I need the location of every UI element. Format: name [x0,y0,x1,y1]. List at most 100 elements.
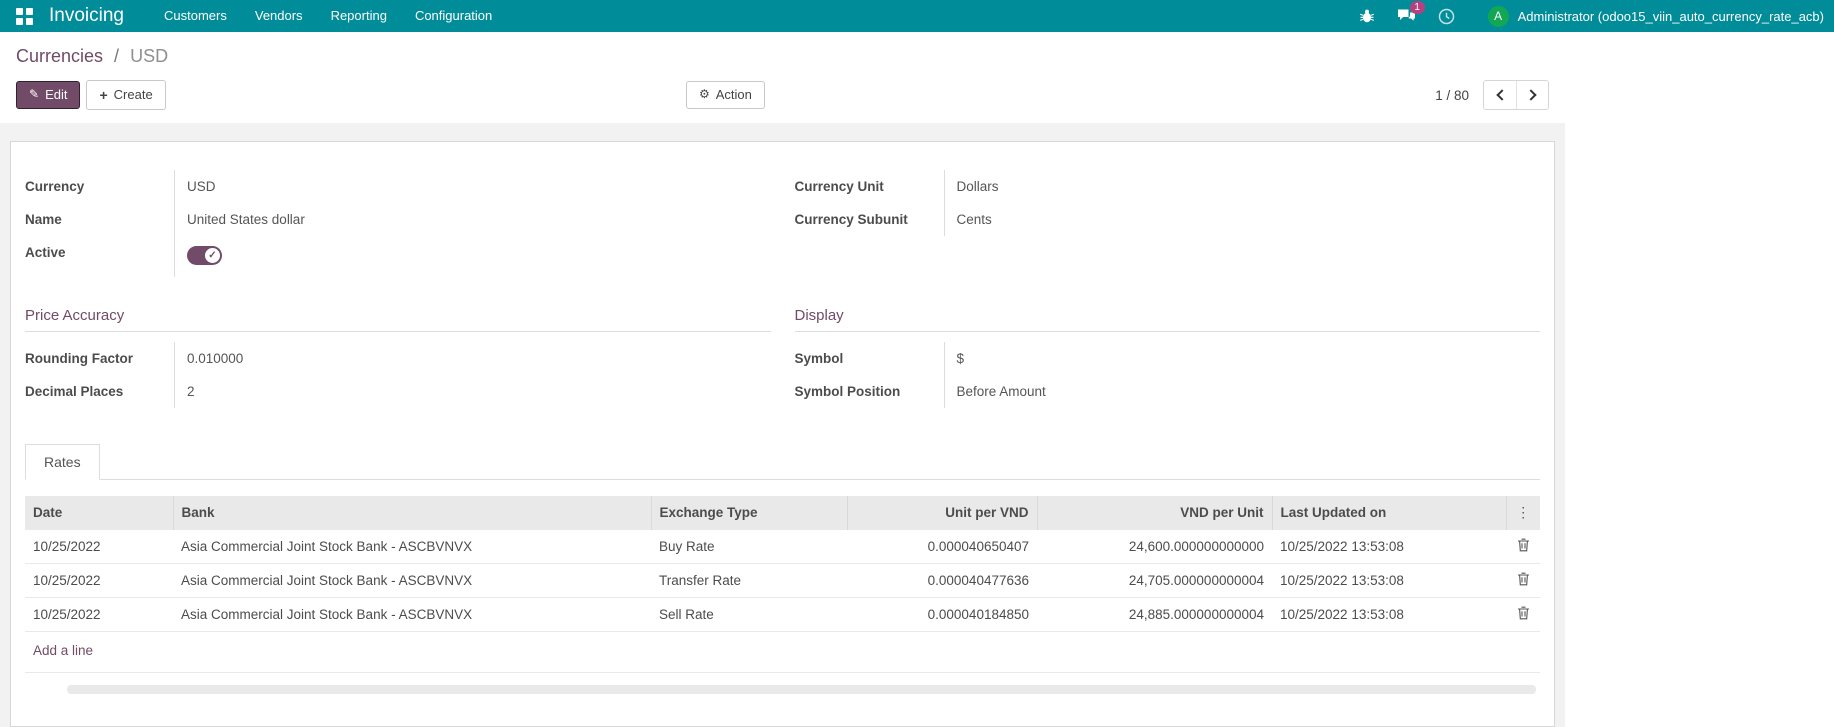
field-rounding-factor-label: Rounding Factor [25,342,175,375]
col-header-unit-per-vnd[interactable]: Unit per VND [847,496,1037,530]
field-active: Active ✓ [25,236,771,277]
plus-icon: + [99,87,107,103]
field-symbol-position-value[interactable]: Before Amount [945,375,1046,408]
field-active-value: ✓ [175,236,222,277]
field-active-label: Active [25,236,175,277]
field-currency: Currency USD [25,170,771,203]
chevron-left-icon [1496,89,1507,100]
app-name[interactable]: Invoicing [49,5,124,27]
edit-button[interactable]: ✎ Edit [16,81,80,110]
section-display-title: Display [795,307,1541,332]
avatar: A [1488,6,1509,27]
control-buttons-row: ✎ Edit + Create ⚙ Action 1 / 80 [16,79,1549,111]
rates-header-row: Date Bank Exchange Type Unit per VND VND… [25,496,1540,530]
debug-button[interactable] [1348,0,1386,32]
nav-customers[interactable]: Customers [150,0,241,32]
create-button[interactable]: + Create [86,80,165,110]
cell-vnd-per-unit[interactable]: 24,885.000000000004 [1037,598,1272,632]
delete-row-button[interactable] [1517,572,1530,589]
cell-vnd-per-unit[interactable]: 24,600.000000000000 [1037,530,1272,564]
rate-row-3: 10/25/2022 Asia Commercial Joint Stock B… [25,598,1540,632]
cell-last-updated[interactable]: 10/25/2022 13:53:08 [1272,598,1506,632]
rate-row-1: 10/25/2022 Asia Commercial Joint Stock B… [25,530,1540,564]
field-currency-label: Currency [25,170,175,203]
breadcrumb-separator: / [114,46,119,66]
cell-exchange-type[interactable]: Buy Rate [651,530,847,564]
field-currency-unit-value[interactable]: Dollars [945,170,999,203]
apps-menu-button[interactable] [10,4,39,29]
rate-row-2: 10/25/2022 Asia Commercial Joint Stock B… [25,564,1540,598]
cell-last-updated[interactable]: 10/25/2022 13:53:08 [1272,530,1506,564]
messages-button[interactable]: 1 [1386,0,1427,32]
field-symbol: Symbol $ [795,342,1541,375]
field-decimal-places: Decimal Places 2 [25,375,771,408]
field-currency-subunit-label: Currency Subunit [795,203,945,236]
tab-rates[interactable]: Rates [25,444,100,480]
pager-next-button[interactable] [1516,81,1548,109]
top-navbar: Invoicing Customers Vendors Reporting Co… [0,0,1834,32]
breadcrumb: Currencies / USD [16,46,1549,67]
field-symbol-label: Symbol [795,342,945,375]
cell-bank[interactable]: Asia Commercial Joint Stock Bank - ASCBV… [173,564,651,598]
field-currency-value[interactable]: USD [175,170,216,203]
pencil-icon: ✎ [29,88,39,102]
nav-reporting[interactable]: Reporting [317,0,401,32]
cell-unit-per-vnd[interactable]: 0.000040477636 [847,564,1037,598]
section-display: Display Symbol $ Symbol Position Before … [795,307,1541,408]
form-view-background: Currency USD Name United States dollar A… [0,123,1565,727]
nav-configuration[interactable]: Configuration [401,0,506,32]
trash-icon [1517,572,1530,586]
field-currency-subunit-value[interactable]: Cents [945,203,992,236]
activities-button[interactable] [1427,0,1466,32]
cell-exchange-type[interactable]: Sell Rate [651,598,847,632]
right-field-group: Currency Unit Dollars Currency Subunit C… [795,170,1541,277]
cell-unit-per-vnd[interactable]: 0.000040184850 [847,598,1037,632]
nav-vendors[interactable]: Vendors [241,0,317,32]
cell-exchange-type[interactable]: Transfer Rate [651,564,847,598]
field-rounding-factor-value[interactable]: 0.010000 [175,342,243,375]
trash-icon [1517,606,1530,620]
field-decimal-places-value[interactable]: 2 [175,375,195,408]
breadcrumb-currencies-link[interactable]: Currencies [16,46,103,66]
field-symbol-value[interactable]: $ [945,342,965,375]
cell-date[interactable]: 10/25/2022 [25,530,173,564]
pager-previous-button[interactable] [1484,81,1516,109]
cell-vnd-per-unit[interactable]: 24,705.000000000004 [1037,564,1272,598]
cell-date[interactable]: 10/25/2022 [25,598,173,632]
cell-last-updated[interactable]: 10/25/2022 13:53:08 [1272,564,1506,598]
left-field-group: Currency USD Name United States dollar A… [25,170,771,277]
col-header-last-updated[interactable]: Last Updated on [1272,496,1506,530]
create-button-label: Create [114,88,153,103]
rates-table: Date Bank Exchange Type Unit per VND VND… [25,496,1540,632]
form-sheet: Currency USD Name United States dollar A… [10,141,1555,727]
cell-bank[interactable]: Asia Commercial Joint Stock Bank - ASCBV… [173,530,651,564]
delete-row-button[interactable] [1517,606,1530,623]
apps-grid-icon [16,8,33,25]
bug-icon [1359,8,1375,24]
add-a-line-link[interactable]: Add a line [33,643,93,658]
horizontal-scrollbar[interactable] [67,685,1536,694]
delete-row-button[interactable] [1517,538,1530,555]
clock-icon [1438,8,1455,25]
field-symbol-position-label: Symbol Position [795,375,945,408]
cell-unit-per-vnd[interactable]: 0.000040650407 [847,530,1037,564]
cell-bank[interactable]: Asia Commercial Joint Stock Bank - ASCBV… [173,598,651,632]
pager-value[interactable]: 1 / 80 [1435,88,1469,103]
col-header-exchange-type[interactable]: Exchange Type [651,496,847,530]
action-button[interactable]: ⚙ Action [686,81,765,110]
control-panel: Currencies / USD ✎ Edit + Create ⚙ Actio… [0,32,1565,123]
section-groups: Price Accuracy Rounding Factor 0.010000 … [25,307,1540,408]
active-toggle[interactable]: ✓ [187,246,222,265]
col-header-bank[interactable]: Bank [173,496,651,530]
user-menu[interactable]: A Administrator (odoo15_viin_auto_curren… [1488,6,1824,27]
breadcrumb-current: USD [130,46,168,66]
col-header-vnd-per-unit[interactable]: VND per Unit [1037,496,1272,530]
section-price-accuracy-title: Price Accuracy [25,307,771,332]
col-header-date[interactable]: Date [25,496,173,530]
chevron-right-icon [1525,89,1536,100]
cell-date[interactable]: 10/25/2022 [25,564,173,598]
pager: 1 / 80 [1435,80,1549,110]
field-name-label: Name [25,203,175,236]
field-name-value[interactable]: United States dollar [175,203,305,236]
optional-columns-button[interactable]: ⋮ [1515,504,1533,521]
